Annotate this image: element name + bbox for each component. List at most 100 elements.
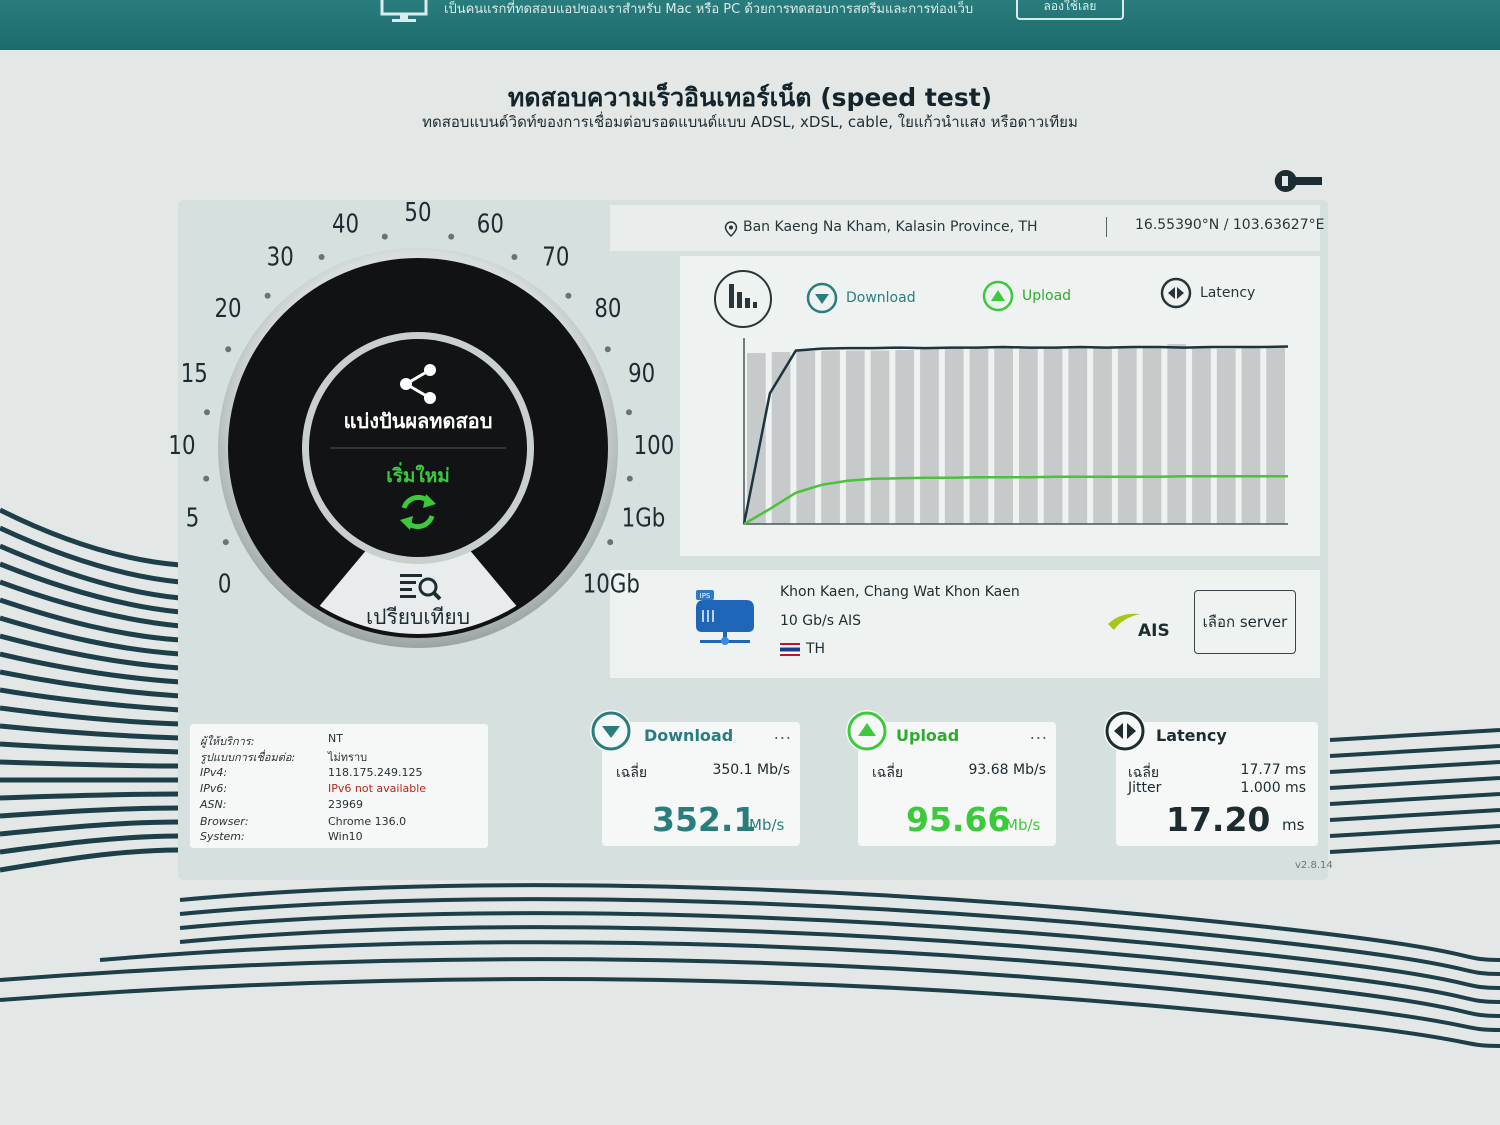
page-subtitle: ทดสอบแบนด์วิดท์ของการเชื่อมต่อบรอดแบนด์แ… <box>422 113 1078 131</box>
gauge-tick-dot <box>604 346 611 353</box>
upload-result-icon-wrap <box>846 710 888 752</box>
compare-label[interactable]: เปรียบเทียบ <box>366 605 470 629</box>
gauge-scale-label: 100 <box>634 430 675 461</box>
server-city: Khon Kaen, Chang Wat Khon Kaen <box>780 584 1020 600</box>
info-row-connection: รูปแบบการเชื่อมต่อ: ไม่ทราบ <box>200 751 368 764</box>
gauge-tick-dot <box>264 292 271 299</box>
gauge-tick-dot <box>565 292 572 299</box>
latency-title: Latency <box>1156 726 1227 745</box>
legend-upload[interactable]: Upload <box>982 280 1071 312</box>
gauge-tick-dot <box>381 233 388 240</box>
chart-bar <box>1266 346 1285 524</box>
select-server-button[interactable]: เลือก server <box>1194 590 1296 654</box>
monitor-icon <box>380 0 428 22</box>
location-name: Ban Kaeng Na Kham, Kalasin Province, TH <box>743 219 1038 235</box>
ais-logo: AIS <box>1108 613 1170 640</box>
share-results-label[interactable]: แบ่งปันผลทดสอบ <box>344 409 493 433</box>
gauge-scale-label: 0 <box>218 568 232 599</box>
gauge-scale-label: 60 <box>477 208 504 239</box>
download-result: Download ... เฉลี่ย 350.1 Mb/s 352.1 Mb/… <box>590 710 800 846</box>
gauge-scale-label: 20 <box>215 293 242 324</box>
gauge-scale-label: 40 <box>332 208 359 239</box>
upload-avg-label: เฉลี่ย <box>872 765 904 781</box>
chart-bar <box>944 347 964 524</box>
gauge-scale-label: 10 <box>168 430 195 461</box>
gauge-tick-dot <box>225 346 232 353</box>
connection-info: ผู้ให้บริการ: NT รูปแบบการเชื่อมต่อ: ไม่ทร… <box>190 724 488 848</box>
chart-bar <box>1216 349 1236 524</box>
chart-bar <box>1019 347 1038 524</box>
server-country-label: TH <box>806 641 826 657</box>
restart-label[interactable]: เริ่มใหม่ <box>386 462 450 487</box>
thai-flag-icon <box>780 642 800 656</box>
info-row-ipv6: IPv6: IPv6 not available <box>200 782 427 795</box>
gauge-scale-label: 5 <box>186 503 200 534</box>
latency-icon <box>1105 711 1145 751</box>
chart-bar <box>845 350 865 524</box>
chart-bar <box>1167 344 1187 524</box>
latency-unit: ms <box>1282 816 1305 834</box>
upload-value: 95.66 <box>906 800 1011 839</box>
gauge-tick-dot <box>222 539 229 546</box>
gauge-tick-dot <box>626 475 633 482</box>
info-row-ipv4: IPv4: 118.175.249.125 <box>200 766 423 779</box>
gauge-scale-label: 80 <box>594 293 621 324</box>
legend-latency-label: Latency <box>1200 285 1256 301</box>
wrench-icon[interactable] <box>1272 168 1324 194</box>
upload-icon <box>982 280 1014 312</box>
gauge-tick-dot <box>448 233 455 240</box>
upload-result: Upload ... เฉลี่ย 93.68 Mb/s 95.66 Mb/s <box>846 710 1056 846</box>
try-now-button[interactable]: ลองใช้เลย <box>1016 0 1124 20</box>
promo-text: เป็นคนแรกที่ทดสอบแอปของเราสำหรับ Mac หรื… <box>444 2 974 17</box>
chart-bar <box>1117 347 1137 524</box>
jitter-label: Jitter <box>1128 780 1162 796</box>
location-coords: 16.55390°N / 103.63627°E <box>1135 217 1325 233</box>
speed-gauge: 0 5 10 15 20 30 40 50 60 70 80 90 100 1Gb 10Gb แบ่งปัน… <box>168 197 675 648</box>
gauge-tick-dot <box>511 254 518 260</box>
legend-download[interactable]: Download <box>806 282 916 314</box>
download-icon <box>806 282 838 314</box>
location-bar: Ban Kaeng Na Kham, Kalasin Province, TH … <box>610 205 1324 251</box>
download-more[interactable]: ... <box>774 724 792 743</box>
legend-latency[interactable]: Latency <box>1160 277 1255 309</box>
location-separator <box>1106 217 1107 237</box>
chart-bar <box>821 350 840 524</box>
chart-bar <box>1093 347 1112 524</box>
gauge-scale-label: 30 <box>267 241 294 272</box>
upload-title: Upload <box>896 726 960 745</box>
server-provider: 10 Gb/s AIS <box>780 613 862 629</box>
chart-bar <box>895 350 915 524</box>
info-row-browser: Browser: Chrome 136.0 <box>200 815 407 828</box>
stats-button[interactable] <box>714 270 772 328</box>
chart-bar <box>1142 347 1162 524</box>
graph-panel: Download Upload Latency <box>680 256 1320 556</box>
download-result-icon-wrap <box>590 710 632 752</box>
ais-logo-text: AIS <box>1138 621 1170 640</box>
gauge-scale-label: 90 <box>628 358 655 389</box>
chart-bar <box>920 347 939 524</box>
chart-bar <box>870 350 890 524</box>
upload-unit: Mb/s <box>1005 816 1041 834</box>
download-avg-label: เฉลี่ย <box>616 765 648 781</box>
gauge-scale-label: 1Gb <box>622 503 666 534</box>
jitter-value: 1.000 ms <box>1240 780 1306 796</box>
download-unit: Mb/s <box>749 816 785 834</box>
latency-result: Latency เฉลี่ย 17.77 ms Jitter 1.000 ms … <box>1104 710 1318 846</box>
version-label: v2.8.14 <box>1295 860 1333 871</box>
latency-result-icon-wrap <box>1104 710 1146 752</box>
upload-more[interactable]: ... <box>1030 724 1048 743</box>
gauge-scale-label: 15 <box>181 358 208 389</box>
gauge-tick-dot <box>203 475 210 482</box>
legend-upload-label: Upload <box>1022 288 1072 304</box>
gauge-tick-dot <box>626 409 632 416</box>
info-row-asn: ASN: 23969 <box>200 798 363 811</box>
download-title: Download <box>644 726 734 745</box>
gauge-tick-dot <box>204 409 210 416</box>
latency-icon <box>1160 277 1192 309</box>
gauge-tick-dot <box>607 539 614 546</box>
server-country: TH <box>780 641 825 657</box>
legend-download-label: Download <box>846 290 916 306</box>
bar-chart-icon <box>729 284 757 308</box>
speed-chart <box>742 338 1289 526</box>
gauge-scale-label: 50 <box>404 197 431 228</box>
